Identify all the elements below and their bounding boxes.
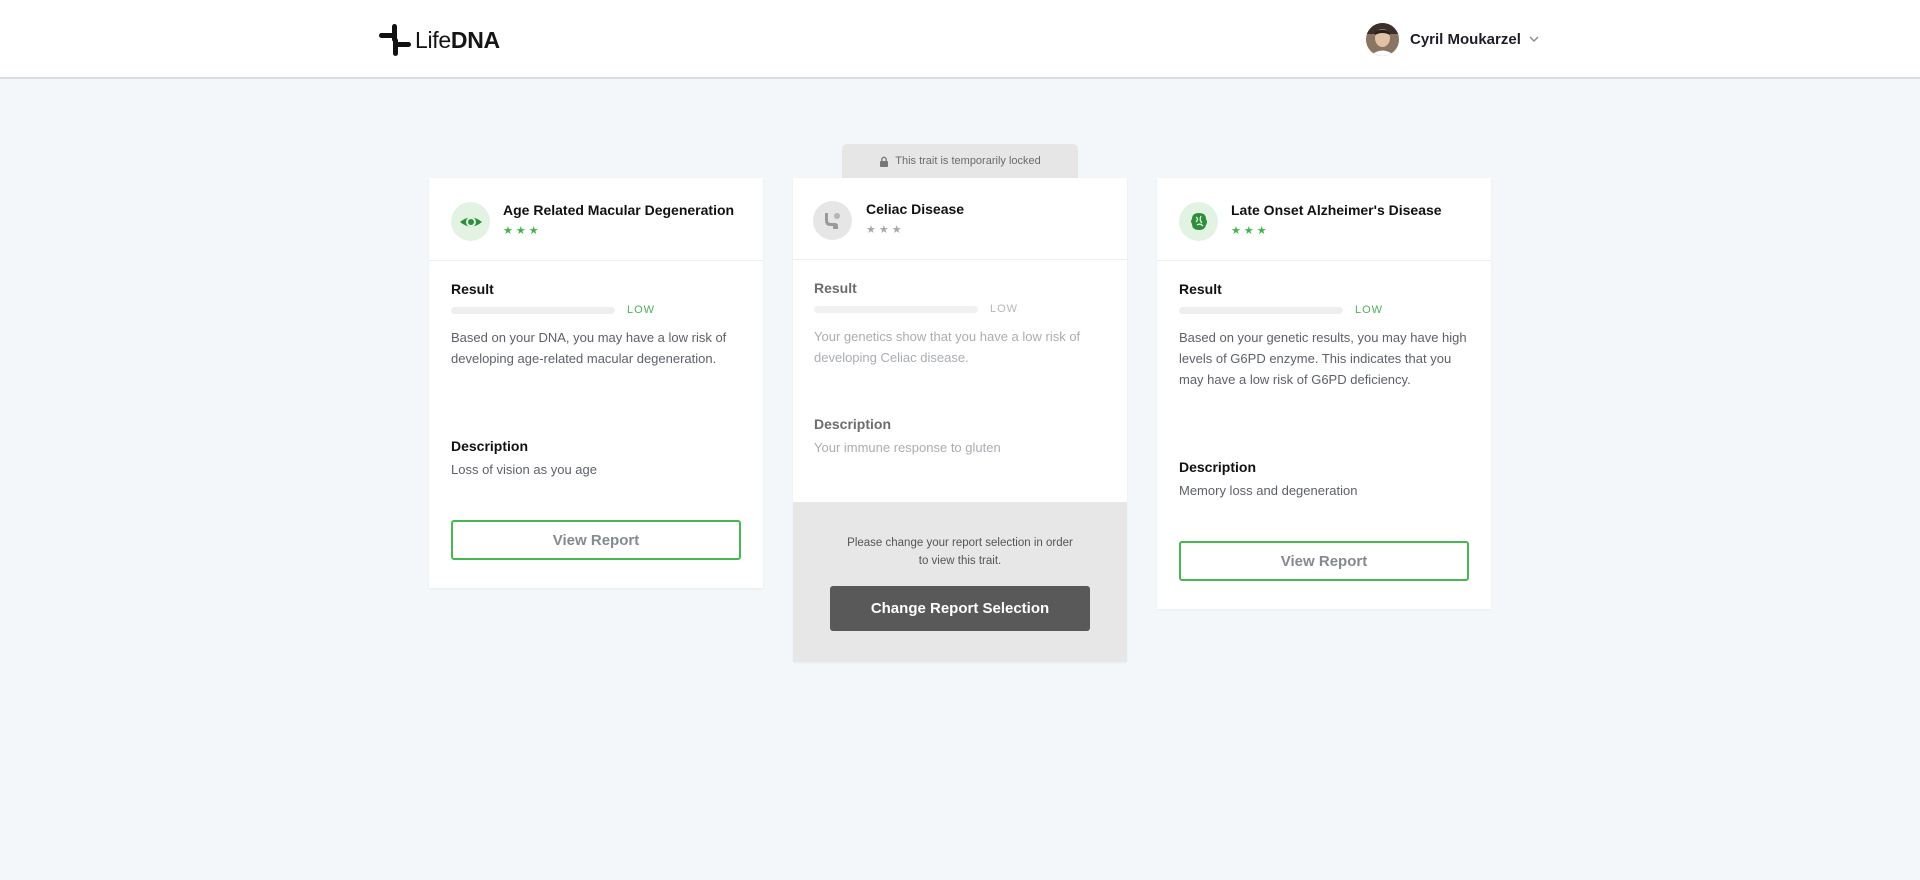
avatar — [1366, 22, 1399, 56]
result-text: Your genetics show that you have a low r… — [814, 329, 1081, 365]
card-title: Late Onset Alzheimer's Disease — [1231, 202, 1442, 218]
description-text: Your immune response to gluten — [814, 440, 1001, 455]
eye-icon — [451, 202, 490, 241]
lifedna-logo[interactable]: LifeDNA — [379, 24, 500, 56]
star-rating: ★★★ — [1231, 225, 1270, 237]
top-navigation-bar: LifeDNA Cyril Moukarzel — [0, 0, 1920, 79]
description-text: Loss of vision as you age — [451, 462, 597, 477]
view-report-button[interactable]: View Report — [451, 520, 741, 560]
description-label: Description — [451, 438, 529, 454]
lock-icon — [880, 156, 889, 167]
risk-bar — [1179, 307, 1343, 314]
logo-text: LifeDNA — [415, 26, 500, 53]
user-name: Cyril Moukarzel — [1410, 30, 1521, 48]
locked-notice-tab: This trait is temporarily locked — [842, 144, 1078, 178]
result-label: Result — [1179, 281, 1222, 297]
star-rating: ★★★ — [503, 225, 542, 237]
card-title: Age Related Macular Degeneration — [503, 202, 735, 218]
view-report-button[interactable]: View Report — [1179, 541, 1469, 581]
risk-bar — [814, 306, 978, 313]
card-title: Celiac Disease — [866, 201, 965, 217]
risk-bar — [451, 307, 615, 314]
result-text: Based on your DNA, you may have a low ri… — [451, 330, 727, 366]
description-text: Memory loss and degeneration — [1179, 483, 1358, 498]
brain-icon — [1179, 202, 1218, 241]
trait-card-alzheimers: Late Onset Alzheimer's Disease ★★★ Resul… — [1157, 178, 1491, 609]
star-rating: ★★★ — [866, 224, 905, 236]
chevron-down-icon — [1529, 36, 1539, 43]
logo-mark-icon — [379, 24, 411, 56]
result-label: Result — [814, 280, 857, 296]
risk-level: LOW — [990, 303, 1019, 315]
card-header: Celiac Disease ★★★ — [793, 178, 1127, 260]
trait-card-celiac-disease: Celiac Disease ★★★ Result LOW Your genet… — [793, 178, 1127, 662]
trait-card-macular-degeneration: Age Related Macular Degeneration ★★★ Res… — [429, 178, 763, 588]
result-label: Result — [451, 281, 494, 297]
card-header: Age Related Macular Degeneration ★★★ — [429, 178, 763, 261]
risk-level: LOW — [627, 304, 656, 316]
locked-overlay-panel: Please change your report selection in o… — [793, 502, 1127, 662]
description-label: Description — [1179, 459, 1257, 475]
locked-message: Please change your report selection in o… — [847, 537, 1073, 567]
card-header: Late Onset Alzheimer's Disease ★★★ — [1157, 178, 1491, 261]
result-text: Based on your genetic results, you may h… — [1179, 330, 1467, 387]
digestion-icon — [813, 201, 852, 240]
risk-level: LOW — [1355, 304, 1384, 316]
description-label: Description — [814, 416, 892, 432]
user-menu[interactable]: Cyril Moukarzel — [1366, 22, 1540, 56]
locked-notice-text: This trait is temporarily locked — [895, 155, 1041, 167]
change-report-selection-button[interactable]: Change Report Selection — [830, 586, 1090, 631]
